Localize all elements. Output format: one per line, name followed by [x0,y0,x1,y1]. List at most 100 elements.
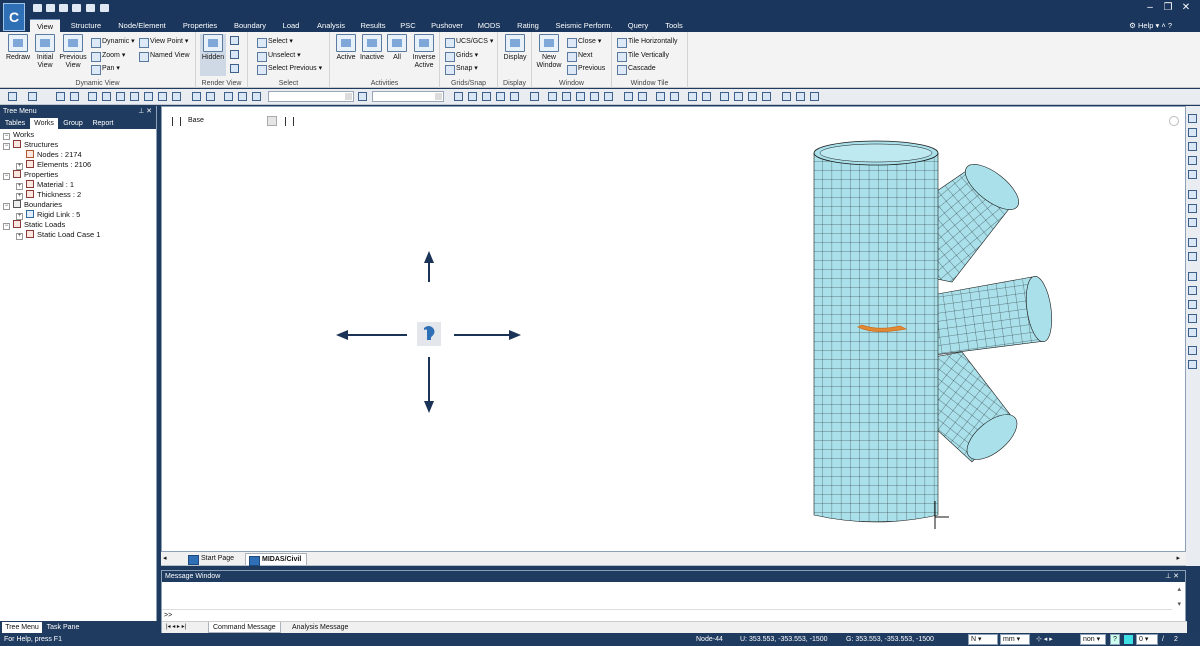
right-tool-icon-2[interactable] [1188,128,1197,137]
tree-node-works[interactable]: − Works [3,130,34,140]
pipe-branch-middle[interactable] [931,275,1055,356]
toolbar-icon-29[interactable] [624,92,633,101]
tree-node-nodes[interactable]: Nodes : 2174 [26,150,82,160]
panel-pin-close-icons[interactable]: ⊥ ✕ [138,106,152,117]
display-button[interactable]: Display [501,34,529,62]
unselect-button[interactable]: Unselect ▾ [256,50,301,62]
non-select[interactable]: non ▾ [1080,634,1106,645]
toolbar-icon-16[interactable] [252,92,261,101]
model-viewport[interactable]: Base [161,106,1186,552]
tree-node-material[interactable]: + Material : 1 [16,180,74,190]
all-button[interactable]: All [386,34,408,62]
tree-node-rigid-link[interactable]: + Rigid Link : 5 [16,210,80,220]
right-tool-icon-15[interactable] [1188,328,1197,337]
panel-pin-close-icons[interactable]: ⊥ ✕ [1165,571,1179,582]
view-point-button[interactable]: View Point ▾ [138,36,188,48]
expand-icon[interactable]: + [16,213,23,220]
minimize-icon[interactable]: – [1142,2,1158,13]
tile-vertically-button[interactable]: Tile Vertically [616,50,669,62]
menu-tab-query[interactable]: Query [622,19,654,32]
zoom-button[interactable]: Zoom ▾ [90,50,125,62]
previous-view-button[interactable]: Previous View [58,34,88,70]
collapse-icon[interactable]: − [3,223,10,230]
menu-tab-analysis[interactable]: Analysis [310,19,352,32]
tile-horizontally-button[interactable]: Tile Horizontally [616,36,678,48]
menu-tab-results[interactable]: Results [356,19,390,32]
menu-tab-boundary[interactable]: Boundary [228,19,272,32]
color-swatch[interactable] [1124,635,1133,644]
right-tool-icon-7[interactable] [1188,204,1197,213]
right-tool-icon-10[interactable] [1188,252,1197,261]
close-icon[interactable]: ✕ [1178,2,1194,13]
right-tool-icon-9[interactable] [1188,238,1197,247]
toolbar-icon-13[interactable] [206,92,215,101]
selection-filter-combo[interactable] [268,91,354,102]
redo-icon[interactable] [28,92,37,101]
tree-node-structures[interactable]: − Structures [3,140,58,150]
render-option-3-icon[interactable] [230,64,239,73]
toolbar-icon-25[interactable] [562,92,571,101]
menu-tab-properties[interactable]: Properties [176,19,224,32]
toolbar-icon-40[interactable] [796,92,805,101]
message-tab-command[interactable]: Command Message [208,622,281,633]
scroll-left-icon[interactable]: ◂ [163,554,167,562]
tree-node-static-load-case[interactable]: + Static Load Case 1 [16,230,100,240]
toolbar-icon-7[interactable] [116,92,125,101]
toolbar-icon-22[interactable] [510,92,519,101]
toolbar-icon-33[interactable] [688,92,697,101]
right-tool-icon-16[interactable] [1188,346,1197,355]
redraw-button[interactable]: Redraw [4,34,32,62]
print-preview-icon[interactable] [100,4,109,12]
expand-icon[interactable]: + [16,183,23,190]
toolbar-icon-21[interactable] [496,92,505,101]
pan-button[interactable]: Pan ▾ [90,63,120,75]
collapse-icon[interactable]: − [3,143,10,150]
right-tool-icon-8[interactable] [1188,218,1197,227]
menu-tab-structure[interactable]: Structure [64,19,108,32]
save-icon[interactable] [59,4,68,12]
right-tool-icon-1[interactable] [1188,114,1197,123]
bottom-tab-tree-menu[interactable]: Tree Menu [2,622,42,633]
toolbar-icon-39[interactable] [782,92,791,101]
menu-tab-psc[interactable]: PSC [394,19,422,32]
message-tab-analysis[interactable]: Analysis Message [288,622,352,633]
inactive-button[interactable]: Inactive [358,34,386,62]
expand-icon[interactable]: + [16,193,23,200]
collapse-icon[interactable]: − [3,173,10,180]
tree-node-static-loads[interactable]: − Static Loads [3,220,65,230]
toolbar-icon-23[interactable] [530,92,539,101]
toolbar-icon-19[interactable] [468,92,477,101]
toolbar-icon-32[interactable] [670,92,679,101]
app-logo[interactable]: C [3,3,25,31]
snap-button[interactable]: Snap ▾ [444,63,478,75]
tree-node-properties[interactable]: − Properties [3,170,58,180]
right-tool-icon-13[interactable] [1188,300,1197,309]
toolbar-icon-26[interactable] [576,92,585,101]
toolbar-icon-17[interactable] [358,92,367,101]
toolbar-icon-9[interactable] [144,92,153,101]
right-tool-icon-14[interactable] [1188,314,1197,323]
toolbar-icon-4[interactable] [70,92,79,101]
save-as-icon[interactable] [72,4,81,12]
undo-icon[interactable] [8,92,17,101]
previous-window-button[interactable]: Previous [566,63,605,75]
message-output-area[interactable] [162,584,1172,610]
collapse-icon[interactable]: − [3,203,10,210]
toolbar-icon-27[interactable] [590,92,599,101]
pipe-branch-upper[interactable] [926,156,1026,283]
scroll-right-icon[interactable]: ▸ [1176,554,1180,562]
close-window-button[interactable]: Close ▾ [566,36,601,48]
restore-icon[interactable]: ❐ [1160,2,1176,13]
new-file-icon[interactable] [33,4,42,12]
menu-tab-pushover[interactable]: Pushover [426,19,468,32]
page-value-field[interactable]: 0 ▾ [1136,634,1158,645]
tree-tab-group[interactable]: Group [60,118,86,129]
expand-icon[interactable]: + [16,233,23,240]
toolbar-icon-38[interactable] [762,92,771,101]
right-tool-icon-11[interactable] [1188,272,1197,281]
toolbar-icon-12[interactable] [192,92,201,101]
toolbar-icon-6[interactable] [102,92,111,101]
open-file-icon[interactable] [46,4,55,12]
message-tab-nav-icons[interactable]: |◂ ◂ ▸ ▸| [162,622,190,633]
command-prompt[interactable]: >> [164,612,172,619]
